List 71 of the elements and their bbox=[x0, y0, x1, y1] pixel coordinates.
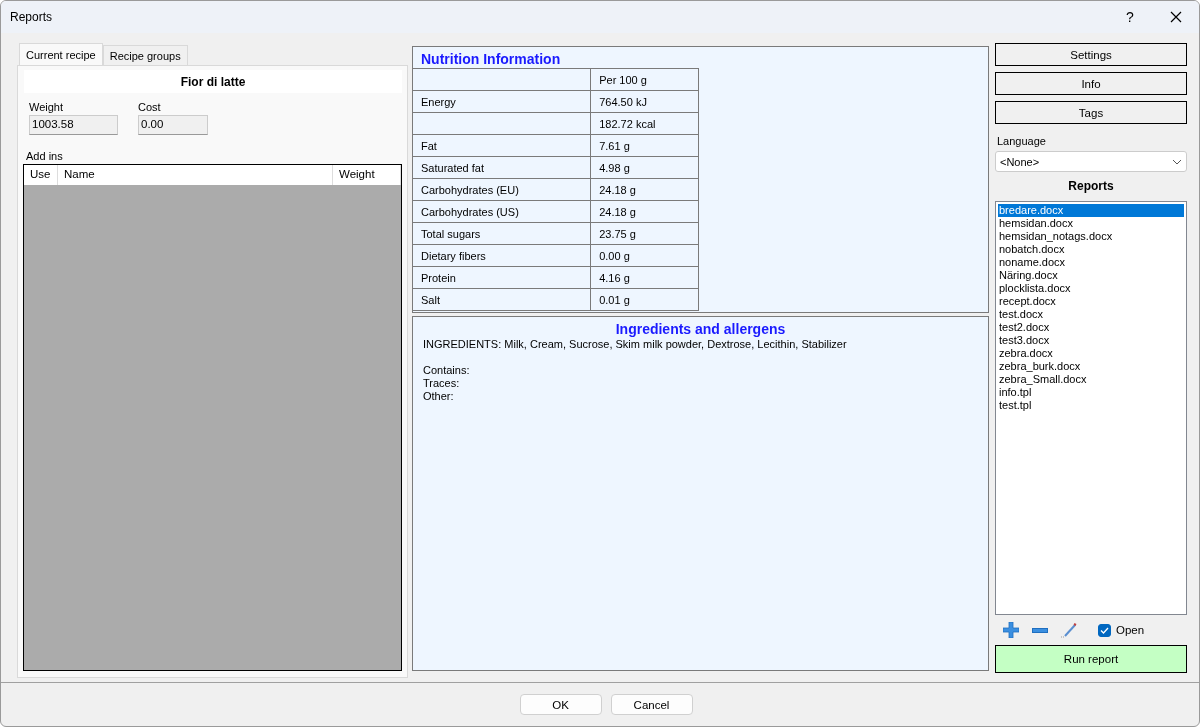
table-cell: 0.00 g bbox=[590, 244, 699, 267]
section-label: Add ins bbox=[26, 150, 64, 162]
field-label: Cost bbox=[138, 101, 162, 113]
table-cell: 764.50 kJ bbox=[590, 90, 699, 113]
run-report-button[interactable]: Run report bbox=[995, 645, 1187, 673]
weight-field[interactable]: 1003.58 bbox=[29, 115, 118, 135]
panel-title: Nutrition Information bbox=[420, 50, 562, 68]
language-dropdown[interactable]: <None> bbox=[995, 151, 1187, 172]
table-cell: 24.18 g bbox=[590, 178, 699, 201]
tab[interactable]: Recipe groups bbox=[102, 45, 188, 65]
pencil-icon[interactable] bbox=[1061, 622, 1077, 638]
list-item[interactable]: zebra.docx bbox=[998, 347, 1184, 360]
side-button[interactable]: Tags bbox=[995, 101, 1187, 124]
cost-field[interactable]: 0.00 bbox=[138, 115, 208, 135]
list-item[interactable]: bredare.docx bbox=[998, 204, 1184, 217]
list-item[interactable]: hemsidan.docx bbox=[998, 217, 1184, 230]
table-cell: 4.98 g bbox=[590, 156, 699, 179]
list-item[interactable]: zebra_Small.docx bbox=[998, 373, 1184, 386]
list-item[interactable]: test.tpl bbox=[998, 399, 1184, 412]
table-cell: Salt bbox=[413, 288, 591, 311]
list-item[interactable]: recept.docx bbox=[998, 295, 1184, 308]
list-item[interactable]: plocklista.docx bbox=[998, 282, 1184, 295]
close-icon bbox=[1170, 11, 1182, 23]
field-label: Language bbox=[997, 135, 1047, 147]
table-cell: 7.61 g bbox=[590, 134, 699, 157]
table-cell: 23.75 g bbox=[590, 222, 699, 245]
section-title: Reports bbox=[1067, 179, 1115, 193]
table-cell: 0.01 g bbox=[590, 288, 699, 311]
table-cell: Fat bbox=[413, 134, 591, 157]
table-cell: Dietary fibers bbox=[413, 244, 591, 267]
allergen-line: Other: bbox=[422, 390, 455, 403]
dialog-button[interactable]: Cancel bbox=[610, 694, 693, 715]
list-item[interactable]: zebra_burk.docx bbox=[998, 360, 1184, 373]
panel-title: Ingredients and allergens bbox=[614, 320, 787, 338]
table-cell: Energy bbox=[413, 90, 591, 113]
list-item[interactable]: info.tpl bbox=[998, 386, 1184, 399]
minus-icon[interactable] bbox=[1032, 627, 1048, 633]
column-header[interactable]: Use bbox=[24, 165, 58, 185]
chevron-down-icon bbox=[1172, 158, 1182, 165]
ingredients-text: INGREDIENTS: Milk, Cream, Sucrose, Skim milk powder, Dextrose, Lecithin, Stabilizer bbox=[422, 338, 848, 351]
help-button[interactable]: ? bbox=[1107, 1, 1153, 33]
side-button[interactable]: Info bbox=[995, 72, 1187, 95]
table-cell: Total sugars bbox=[413, 222, 591, 245]
table-cell: Carbohydrates (EU) bbox=[413, 178, 591, 201]
list-item[interactable]: test.docx bbox=[998, 308, 1184, 321]
window-title: Reports bbox=[10, 10, 54, 24]
side-button[interactable]: Settings bbox=[995, 43, 1187, 66]
tab[interactable]: Current recipe bbox=[19, 43, 103, 65]
column-header[interactable]: Name bbox=[58, 165, 333, 185]
plus-icon[interactable] bbox=[1003, 622, 1019, 638]
table-cell: 182.72 kcal bbox=[590, 112, 699, 135]
recipe-name: Fior di latte bbox=[24, 70, 402, 93]
field-label: Weight bbox=[29, 101, 65, 113]
table-cell: 24.18 g bbox=[590, 200, 699, 223]
open-checkbox[interactable]: Open bbox=[1098, 623, 1145, 637]
column-header[interactable]: Weight bbox=[333, 165, 401, 185]
list-item[interactable]: hemsidan_notags.docx bbox=[998, 230, 1184, 243]
list-item[interactable]: test3.docx bbox=[998, 334, 1184, 347]
table-cell: Carbohydrates (US) bbox=[413, 200, 591, 223]
table-header: Per 100 g bbox=[590, 68, 699, 91]
list-item[interactable]: noname.docx bbox=[998, 256, 1184, 269]
table-cell: 4.16 g bbox=[590, 266, 699, 289]
list-item[interactable]: test2.docx bbox=[998, 321, 1184, 334]
list-item[interactable]: nobatch.docx bbox=[998, 243, 1184, 256]
allergen-line: Contains: bbox=[422, 364, 471, 377]
table-cell: Saturated fat bbox=[413, 156, 591, 179]
dialog-button[interactable]: OK bbox=[519, 694, 602, 715]
list-item[interactable]: Näring.docx bbox=[998, 269, 1184, 282]
allergen-line: Traces: bbox=[422, 377, 461, 390]
checkmark-icon bbox=[1100, 626, 1109, 634]
table-cell: Protein bbox=[413, 266, 591, 289]
